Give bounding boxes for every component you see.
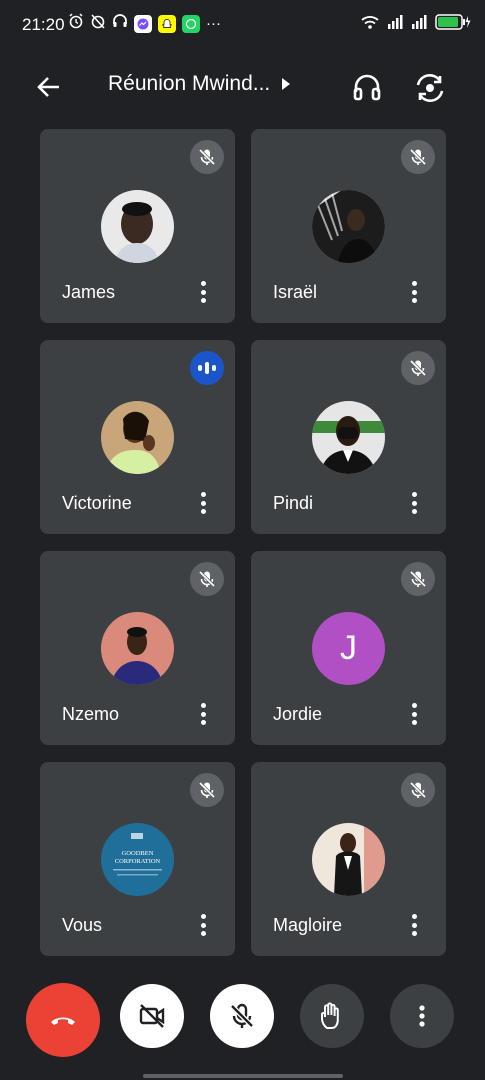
participant-grid: James Israël Victorine Pindi Nzemo J Jor…	[40, 129, 446, 956]
switch-camera-button[interactable]	[412, 70, 448, 106]
avatar	[101, 401, 174, 474]
notification-icons: ···	[68, 13, 221, 34]
status-time: 21:20	[22, 15, 65, 34]
mic-off-icon	[409, 781, 427, 799]
status-bar: 21:20 ···	[0, 0, 485, 48]
end-call-icon	[51, 1017, 75, 1025]
avatar	[101, 190, 174, 263]
home-indicator[interactable]	[143, 1074, 343, 1078]
snapchat-icon	[158, 14, 176, 33]
svg-text:CORPORATION: CORPORATION	[115, 858, 161, 865]
participant-tile-israel[interactable]: Israël	[251, 129, 446, 323]
signal-icon	[387, 15, 403, 34]
mic-off-icon	[409, 359, 427, 377]
participant-tile-self[interactable]: GOODBEN CORPORATION Vous	[40, 762, 235, 956]
avatar-photo-icon	[101, 401, 174, 474]
muted-badge	[401, 562, 435, 596]
mic-off-icon	[409, 570, 427, 588]
avatar-photo-icon	[312, 190, 385, 263]
alarm-icon	[68, 13, 84, 34]
muted-badge	[401, 351, 435, 385]
headset-icon	[112, 13, 128, 34]
mic-off-icon	[198, 148, 216, 166]
participant-name: Vous	[62, 915, 103, 935]
arrow-left-icon	[37, 77, 59, 97]
avatar	[312, 823, 385, 896]
mic-off-icon	[198, 570, 216, 588]
more-notifications-indicator: ···	[206, 15, 221, 32]
participant-options-button[interactable]	[193, 490, 213, 516]
meeting-header: Réunion Mwind...	[0, 58, 485, 118]
messenger-icon	[134, 14, 152, 33]
svg-text:GOODBEN: GOODBEN	[122, 850, 154, 857]
participant-name: Israël	[273, 282, 318, 302]
participant-options-button[interactable]	[193, 279, 213, 305]
switch-camera-icon	[416, 74, 444, 102]
raise-hand-button[interactable]	[300, 984, 364, 1048]
participant-options-button[interactable]	[404, 701, 424, 727]
meeting-title: Réunion Mwind...	[108, 72, 271, 95]
end-call-button[interactable]	[26, 983, 100, 1057]
more-options-icon	[419, 1005, 425, 1027]
muted-badge	[190, 140, 224, 174]
battery-charging-icon	[435, 14, 471, 35]
signal-icon-2	[411, 15, 427, 34]
system-icons	[361, 14, 471, 35]
mic-off-icon	[198, 781, 216, 799]
muted-badge	[401, 773, 435, 807]
participant-options-button[interactable]	[404, 490, 424, 516]
avatar	[312, 190, 385, 263]
participant-name: Magloire	[273, 915, 343, 935]
participant-tile-pindi[interactable]: Pindi	[251, 340, 446, 534]
back-button[interactable]	[32, 70, 66, 104]
participant-tile-james[interactable]: James	[40, 129, 235, 323]
participant-options-button[interactable]	[404, 279, 424, 305]
avatar	[101, 612, 174, 685]
whatsapp-icon	[182, 14, 200, 33]
more-options-button[interactable]	[390, 984, 454, 1048]
avatar-photo-icon	[101, 190, 174, 263]
call-controls	[0, 960, 485, 1080]
audio-output-button[interactable]	[350, 70, 384, 104]
headphones-icon	[353, 74, 381, 101]
mic-off-icon	[409, 148, 427, 166]
mic-toggle-button[interactable]	[210, 984, 274, 1048]
participant-name: Victorine	[62, 493, 132, 513]
muted-badge	[401, 140, 435, 174]
meeting-title-button[interactable]: Réunion Mwind...	[108, 72, 291, 96]
alarm-off-icon	[90, 13, 106, 34]
wifi-icon	[361, 15, 379, 34]
avatar	[312, 401, 385, 474]
muted-badge	[190, 773, 224, 807]
participant-name: Pindi	[273, 493, 314, 513]
participant-tile-jordie[interactable]: J Jordie	[251, 551, 446, 745]
avatar-photo-icon	[101, 612, 174, 685]
muted-badge	[190, 562, 224, 596]
participant-options-button[interactable]	[193, 912, 213, 938]
mic-off-icon	[230, 1003, 254, 1028]
participant-name: Nzemo	[62, 704, 120, 724]
caret-right-icon	[282, 78, 291, 90]
participant-options-button[interactable]	[404, 912, 424, 938]
camera-toggle-button[interactable]	[120, 984, 184, 1048]
participant-name: James	[62, 282, 116, 302]
speaking-indicator	[190, 351, 224, 385]
participant-options-button[interactable]	[193, 701, 213, 727]
participant-tile-victorine[interactable]: Victorine	[40, 340, 235, 534]
avatar-logo: GOODBEN CORPORATION	[101, 823, 174, 896]
avatar-initial: J	[312, 612, 385, 685]
avatar-photo-icon	[312, 823, 385, 896]
participant-tile-nzemo[interactable]: Nzemo	[40, 551, 235, 745]
company-logo-icon: GOODBENCORPORATION	[101, 823, 174, 896]
participant-tile-magloire[interactable]: Magloire	[251, 762, 446, 956]
raise-hand-icon	[321, 1002, 339, 1029]
camera-off-icon	[139, 1004, 165, 1028]
avatar-photo-icon	[312, 401, 385, 474]
participant-name: Jordie	[273, 704, 323, 724]
